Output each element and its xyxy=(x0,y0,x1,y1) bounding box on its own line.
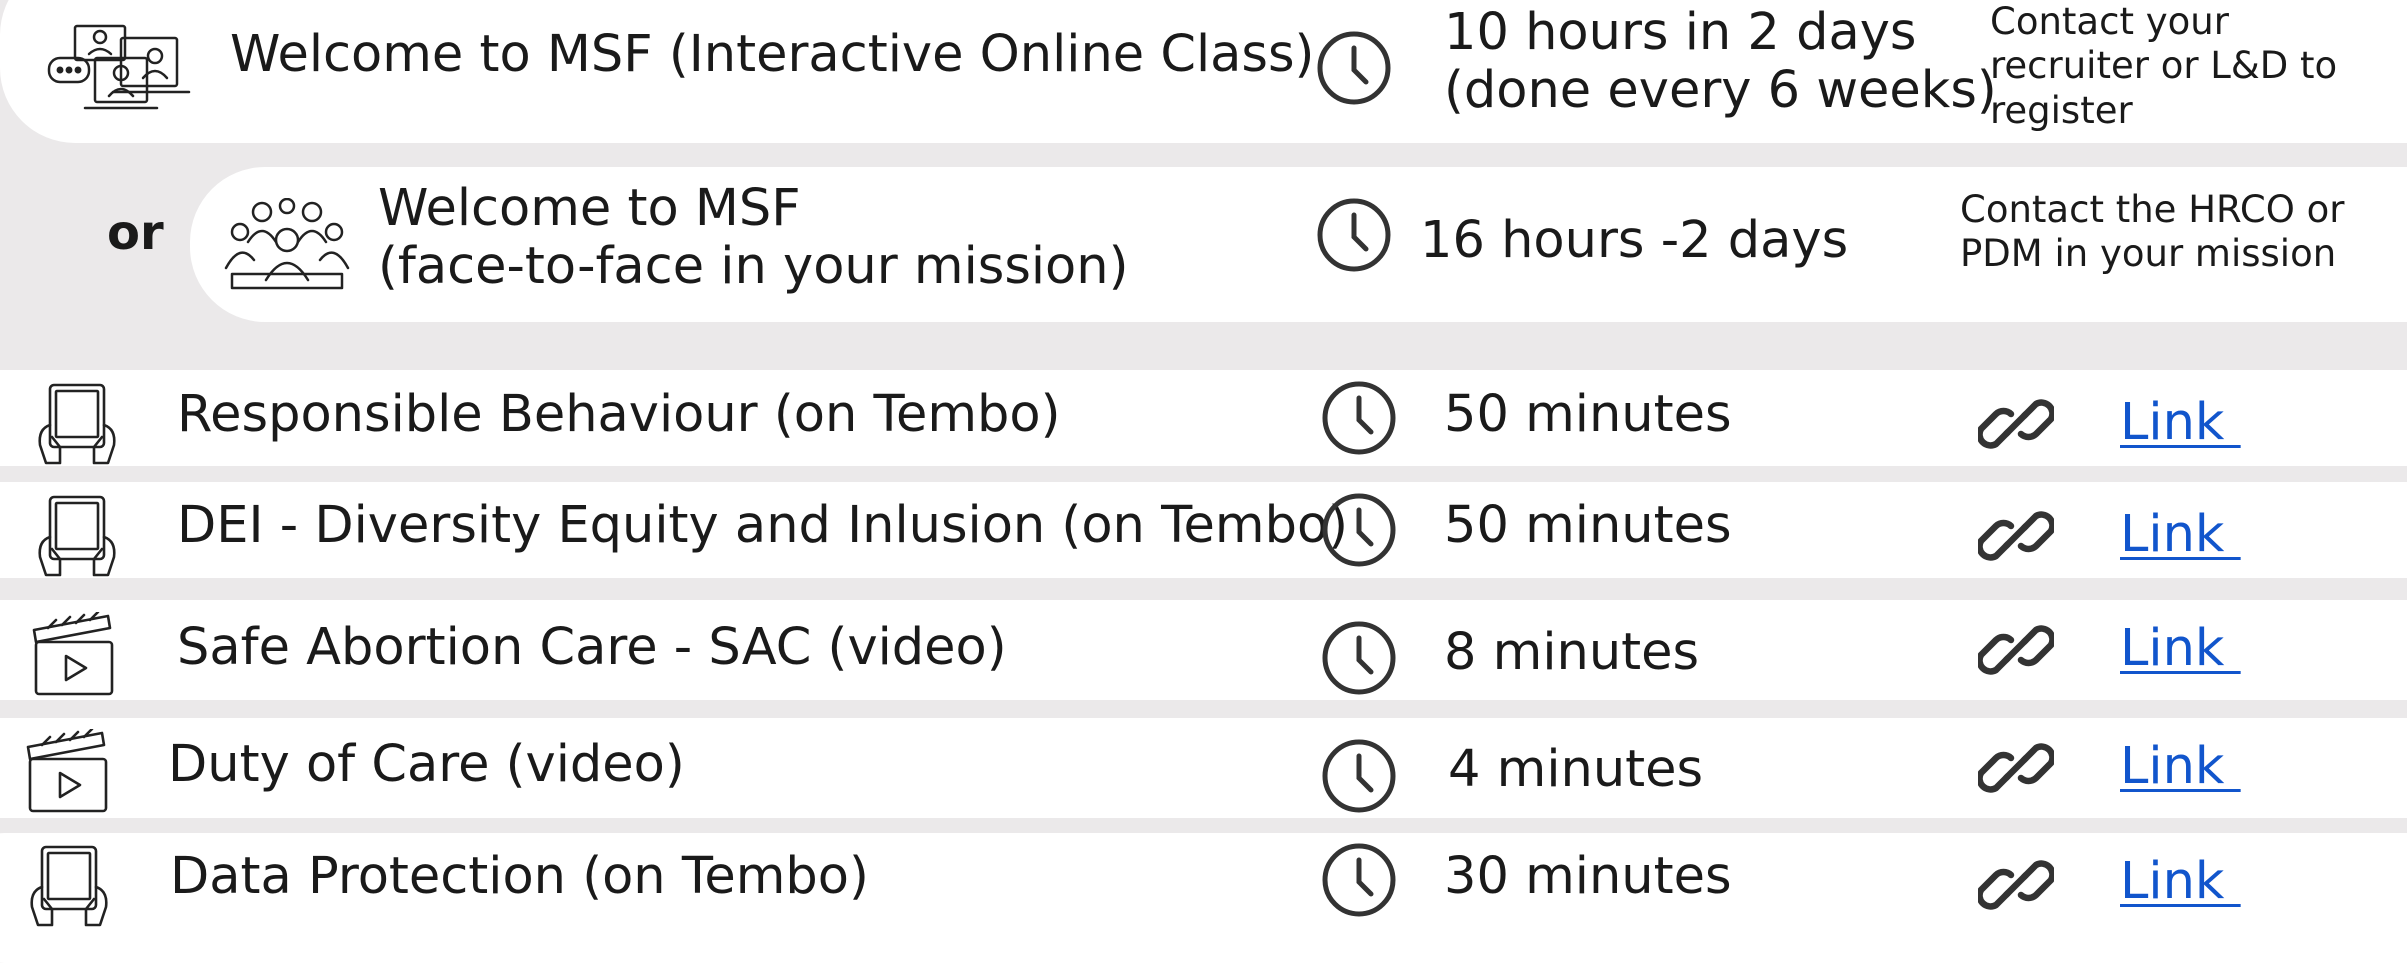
course-title: Duty of Care (video) xyxy=(168,735,685,794)
group-icon xyxy=(222,198,352,294)
course-title: Safe Abortion Care - SAC (video) xyxy=(177,618,1007,677)
course-title: DEI - Diversity Equity and Inlusion (on … xyxy=(177,496,1349,555)
course-title: Responsible Behaviour (on Tembo) xyxy=(177,385,1061,444)
clapperboard-icon xyxy=(32,612,118,698)
online-class-icon xyxy=(45,22,195,114)
course-title: Data Protection (on Tembo) xyxy=(170,847,869,906)
chain-link-icon xyxy=(1978,498,2054,574)
tablet-icon xyxy=(34,493,120,579)
clock-icon xyxy=(1316,30,1392,106)
featured-duration-online: 10 hours in 2 days (done every 6 weeks) xyxy=(1444,3,1997,120)
tablet-icon xyxy=(26,843,112,929)
course-duration: 4 minutes xyxy=(1448,740,1704,799)
featured-duration-face-to-face: 16 hours -2 days xyxy=(1420,211,1849,270)
tablet-icon xyxy=(34,381,120,467)
course-link[interactable]: Link xyxy=(2120,852,2241,911)
featured-title-face-to-face: Welcome to MSF (face-to-face in your mis… xyxy=(378,179,1129,296)
course-link[interactable]: Link xyxy=(2120,737,2241,796)
featured-contact-online: Contact your recruiter or L&D to registe… xyxy=(1990,0,2338,132)
clock-icon xyxy=(1316,197,1392,273)
chain-link-icon xyxy=(1978,386,2054,462)
clock-icon xyxy=(1321,842,1397,918)
course-duration: 50 minutes xyxy=(1444,496,1732,555)
featured-contact-face-to-face: Contact the HRCO or PDM in your mission xyxy=(1960,188,2345,276)
clapperboard-icon xyxy=(26,729,112,815)
chain-link-icon xyxy=(1978,847,2054,923)
clock-icon xyxy=(1321,738,1397,814)
featured-title-online: Welcome to MSF (Interactive Online Class… xyxy=(230,25,1315,84)
course-duration: 8 minutes xyxy=(1444,623,1700,682)
course-link[interactable]: Link xyxy=(2120,505,2241,564)
clock-icon xyxy=(1321,492,1397,568)
clock-icon xyxy=(1321,620,1397,696)
course-link[interactable]: Link xyxy=(2120,619,2241,678)
course-duration: 50 minutes xyxy=(1444,385,1732,444)
course-link[interactable]: Link xyxy=(2120,393,2241,452)
or-label: or xyxy=(107,205,164,261)
chain-link-icon xyxy=(1978,730,2054,806)
chain-link-icon xyxy=(1978,612,2054,688)
course-duration: 30 minutes xyxy=(1444,847,1732,906)
clock-icon xyxy=(1321,380,1397,456)
